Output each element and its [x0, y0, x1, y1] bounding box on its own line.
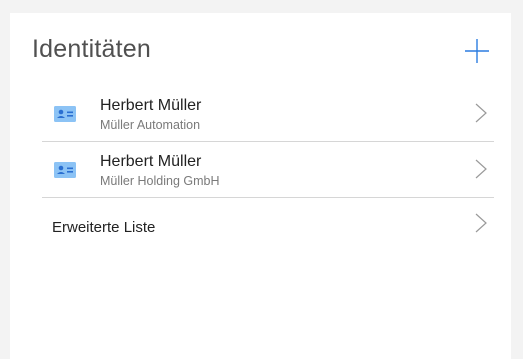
identity-row[interactable]: Herbert Müller Müller Holding GmbH: [42, 142, 494, 198]
identity-company: Müller Holding GmbH: [100, 174, 220, 188]
chevron-right-icon: [475, 213, 487, 233]
identity-row[interactable]: Herbert Müller Müller Automation: [42, 86, 494, 142]
page-title: Identitäten: [32, 35, 151, 63]
identity-company: Müller Automation: [100, 118, 201, 132]
chevron-right-icon: [475, 159, 487, 179]
extended-list-label: Erweiterte Liste: [52, 219, 156, 236]
chevron-right-icon: [475, 103, 487, 123]
identity-list: Herbert Müller Müller Automation Herbert…: [42, 86, 494, 253]
contact-card-icon: [54, 106, 76, 122]
identity-name: Herbert Müller: [100, 97, 202, 114]
panel-header: Identitäten: [32, 34, 512, 74]
identity-name: Herbert Müller: [100, 153, 202, 170]
plus-icon: [465, 39, 489, 63]
extended-list-row[interactable]: Erweiterte Liste: [42, 198, 494, 253]
contact-card-icon: [54, 162, 76, 178]
add-identity-button[interactable]: [462, 36, 492, 66]
